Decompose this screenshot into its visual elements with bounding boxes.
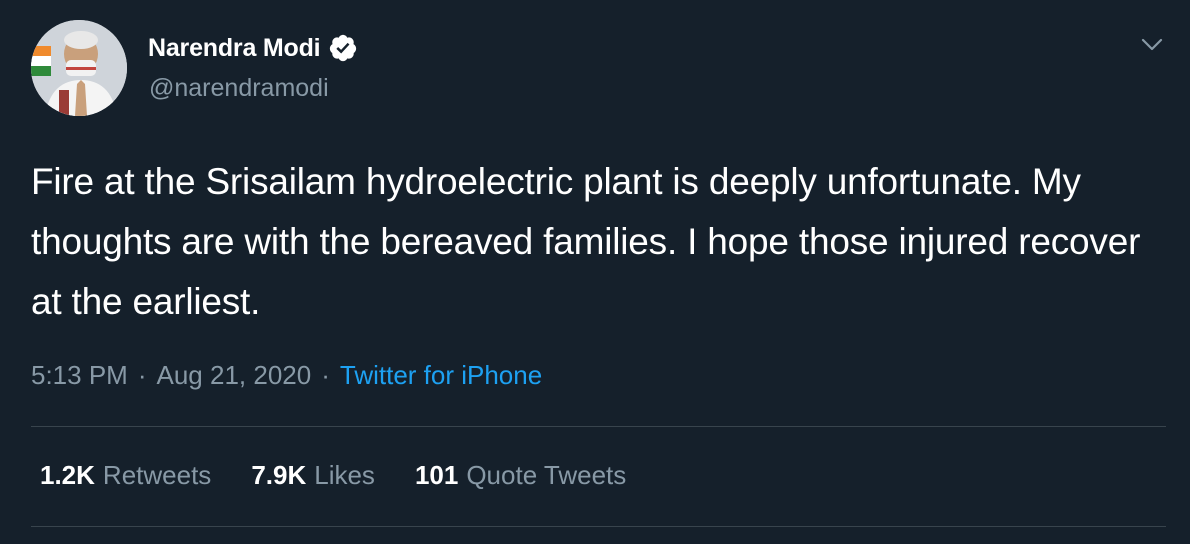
likes-label: Likes [314,460,375,490]
retweets-count: 1.2K [40,460,95,490]
divider [31,526,1166,527]
meta-separator: · [321,360,330,390]
likes-count: 7.9K [251,460,307,490]
retweets-label: Retweets [102,460,212,490]
meta-separator: · [137,360,147,390]
tweet-stats: 1.2K Retweets 7.9K Likes 101 Quote Tweets [40,460,626,491]
avatar[interactable] [31,20,127,116]
chevron-down-icon[interactable] [1138,30,1166,58]
quote-tweets-stat[interactable]: 101 Quote Tweets [415,460,626,491]
author-handle[interactable]: @narendramodi [149,74,329,103]
author-name[interactable]: Narendra Modi [148,34,321,63]
tweet-card: Narendra Modi @narendramodi Fire at the … [0,0,1190,544]
tweet-time[interactable]: 5:13 PM [31,360,128,390]
likes-stat[interactable]: 7.9K Likes [251,460,375,491]
tweet-metadata: 5:13 PM · Aug 21, 2020 · Twitter for iPhone [31,360,542,391]
verified-badge-icon [330,34,357,62]
avatar-image [31,20,127,116]
author-name-row: Narendra Modi [148,33,358,63]
quote-tweets-count: 101 [414,460,459,490]
tweet-source-link[interactable]: Twitter for iPhone [340,360,542,390]
retweets-stat[interactable]: 1.2K Retweets [40,460,211,491]
quote-tweets-label: Quote Tweets [466,460,627,490]
divider [31,426,1166,427]
tweet-date[interactable]: Aug 21, 2020 [157,360,312,390]
tweet-text: Fire at the Srisailam hydroelectric plan… [31,161,1141,322]
